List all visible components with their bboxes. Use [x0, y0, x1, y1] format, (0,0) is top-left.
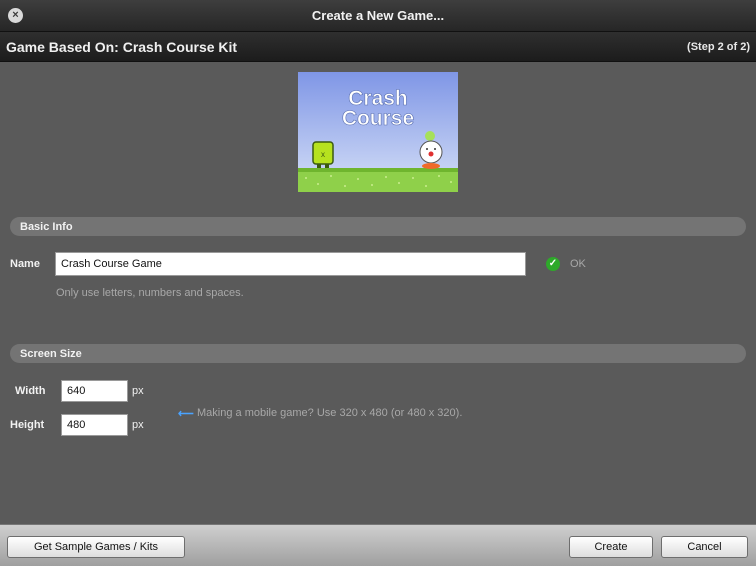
- thumbnail-image: Crash Course x: [298, 72, 458, 192]
- name-label: Name: [10, 258, 40, 270]
- footer-bar: Get Sample Games / Kits Create Cancel: [0, 524, 756, 566]
- thumbnail-title-line2: Course: [342, 107, 414, 130]
- get-sample-games-button[interactable]: Get Sample Games / Kits: [7, 536, 185, 558]
- check-icon: ✓: [546, 257, 560, 271]
- section-screen-size: Screen Size: [10, 344, 746, 363]
- game-thumbnail: Crash Course x: [298, 72, 458, 192]
- section-basic-info: Basic Info: [10, 217, 746, 236]
- header-bar: Game Based On: Crash Course Kit (Step 2 …: [0, 31, 756, 62]
- name-field[interactable]: [55, 252, 526, 276]
- close-icon[interactable]: ×: [8, 8, 23, 23]
- page-title: Game Based On: Crash Course Kit: [6, 39, 238, 55]
- height-label: Height: [10, 419, 45, 431]
- name-hint: Only use letters, numbers and spaces.: [56, 287, 244, 299]
- width-field[interactable]: [61, 380, 128, 402]
- window-titlebar: × Create a New Game...: [0, 0, 756, 31]
- cancel-button[interactable]: Cancel: [661, 536, 748, 558]
- window-title: Create a New Game...: [311, 8, 445, 23]
- mobile-hint: Making a mobile game? Use 320 x 480 (or …: [197, 407, 463, 419]
- width-unit: px: [132, 385, 144, 397]
- svg-text:x: x: [321, 150, 325, 159]
- name-status-text: OK: [570, 258, 586, 270]
- height-unit: px: [132, 419, 144, 431]
- width-label: Width: [15, 385, 46, 397]
- height-field[interactable]: [61, 414, 128, 436]
- step-indicator: (Step 2 of 2): [687, 41, 750, 53]
- green-block-character-icon: x: [312, 141, 334, 168]
- create-button[interactable]: Create: [569, 536, 653, 558]
- arrow-left-icon: ⟵: [178, 408, 194, 420]
